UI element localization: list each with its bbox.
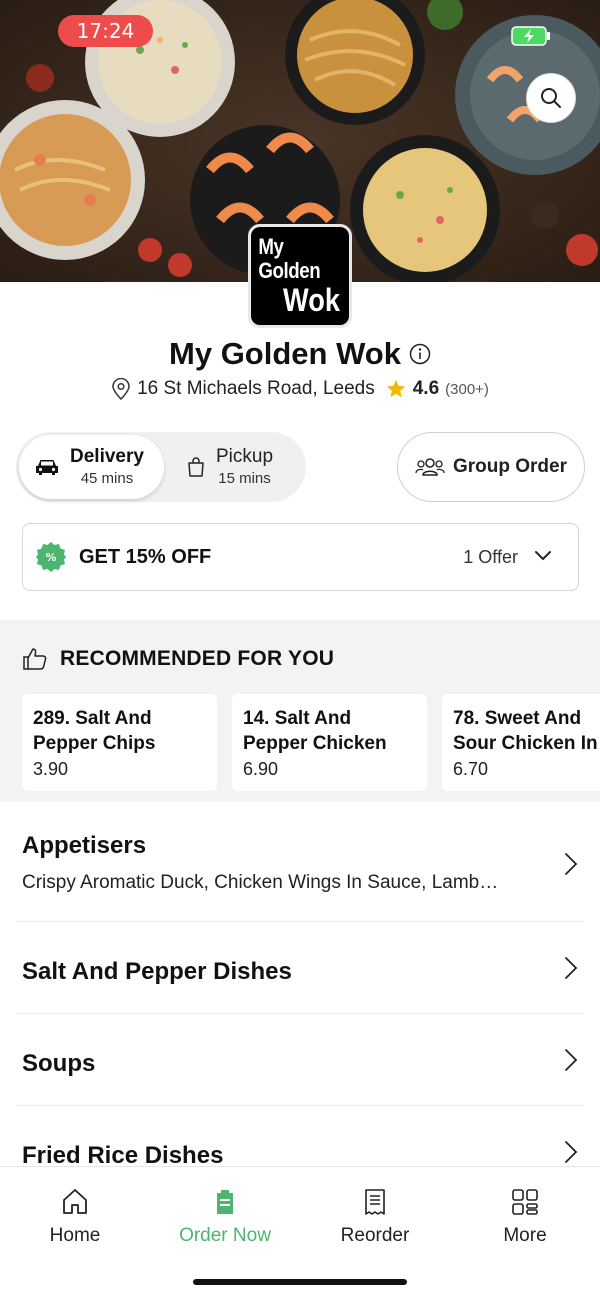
address-row: 16 St Michaels Road, Leeds 4.6 (300+) <box>0 378 600 400</box>
bottom-nav: Home Order Now Reorder More <box>0 1166 600 1298</box>
group-order-button[interactable]: Group Order <box>397 432 585 502</box>
category-row-soups[interactable]: Soups <box>16 1014 584 1106</box>
recommended-item-price: 3.90 <box>33 759 69 779</box>
nav-more[interactable]: More <box>450 1187 600 1247</box>
chevron-right-icon <box>565 1049 578 1071</box>
restaurant-address: 16 St Michaels Road, Leeds <box>137 378 375 399</box>
grid-icon <box>512 1189 538 1215</box>
battery-icon <box>511 26 550 46</box>
pickup-option[interactable]: Pickup 15 mins <box>186 432 273 502</box>
delivery-option-content[interactable]: Delivery 45 mins <box>34 432 144 502</box>
title-row: My Golden Wok <box>0 336 600 372</box>
recommended-item-price: 6.90 <box>243 759 279 779</box>
nav-home-label: Home <box>49 1225 101 1246</box>
chevron-down-icon <box>535 551 551 561</box>
logo-line2: Wok <box>282 282 340 318</box>
recommended-heading: RECOMMENDED FOR YOU <box>22 646 334 672</box>
category-row-appetisers[interactable]: Appetisers Crispy Aromatic Duck, Chicken… <box>16 802 584 922</box>
pickup-time: 15 mins <box>218 470 271 487</box>
bag-icon <box>188 457 204 477</box>
category-name: Soups <box>22 1050 96 1077</box>
recommended-heading-text: RECOMMENDED FOR YOU <box>60 647 335 670</box>
recommended-item[interactable]: 78. Sweet And Sour Chicken In 6.70 <box>442 694 600 791</box>
nav-order-now-label: Order Now <box>179 1225 271 1246</box>
category-row-salt-and-pepper[interactable]: Salt And Pepper Dishes <box>16 922 584 1014</box>
delivery-time: 45 mins <box>80 470 134 487</box>
chevron-right-icon <box>565 1141 578 1163</box>
recommended-item-name: 78. Sweet And Sour Chicken In <box>453 708 598 754</box>
search-button[interactable] <box>526 73 576 123</box>
nav-home[interactable]: Home <box>0 1187 150 1247</box>
restaurant-logo: My Golden Wok <box>248 224 352 328</box>
recommended-item-name: 14. Salt And Pepper Chicken <box>243 708 387 754</box>
recommended-item[interactable]: 14. Salt And Pepper Chicken 6.90 <box>232 694 427 791</box>
info-icon[interactable] <box>409 343 431 365</box>
home-indicator[interactable] <box>193 1279 407 1285</box>
nav-reorder[interactable]: Reorder <box>300 1187 450 1247</box>
pickup-label: Pickup <box>216 446 274 467</box>
nav-reorder-label: Reorder <box>340 1225 410 1246</box>
location-pin-icon <box>112 378 130 400</box>
chevron-right-icon <box>565 853 578 875</box>
recommended-item-name: 289. Salt And Pepper Chips <box>33 708 156 754</box>
car-icon <box>36 460 58 475</box>
nav-order-now[interactable]: Order Now <box>150 1187 300 1247</box>
offer-banner[interactable]: % GET 15% OFF 1 Offer <box>22 523 579 591</box>
rating-count: (300+) <box>445 380 489 398</box>
category-description: Crispy Aromatic Duck, Chicken Wings In S… <box>22 872 499 893</box>
delivery-label: Delivery <box>70 446 144 467</box>
star-icon <box>386 379 405 398</box>
restaurant-name: My Golden Wok <box>169 336 401 371</box>
thumbs-up-icon <box>23 648 47 670</box>
status-time: 17:24 <box>58 15 153 47</box>
logo-line1: My Golden <box>258 234 321 283</box>
search-icon <box>541 88 561 108</box>
category-name: Appetisers <box>22 832 147 859</box>
offer-text: GET 15% OFF <box>79 545 212 568</box>
order-mode-toggle: Delivery 45 mins Pickup 15 mins <box>16 432 306 502</box>
offer-count: 1 Offer <box>463 546 518 567</box>
group-order-label: Group Order <box>452 456 567 477</box>
home-icon <box>63 1189 87 1214</box>
recommended-section: RECOMMENDED FOR YOU 289. Salt And Pepper… <box>0 620 600 802</box>
group-icon <box>415 458 445 476</box>
svg-text:%: % <box>45 551 56 564</box>
discount-badge-icon: % <box>36 542 66 572</box>
chevron-right-icon <box>565 957 578 979</box>
recommended-item[interactable]: 289. Salt And Pepper Chips 3.90 <box>22 694 217 791</box>
receipt-icon <box>365 1189 385 1215</box>
rating-value: 4.6 <box>412 378 440 399</box>
order-icon <box>217 1190 233 1214</box>
nav-more-label: More <box>503 1225 547 1246</box>
category-name: Salt And Pepper Dishes <box>22 958 292 985</box>
recommended-item-price: 6.70 <box>453 759 489 779</box>
